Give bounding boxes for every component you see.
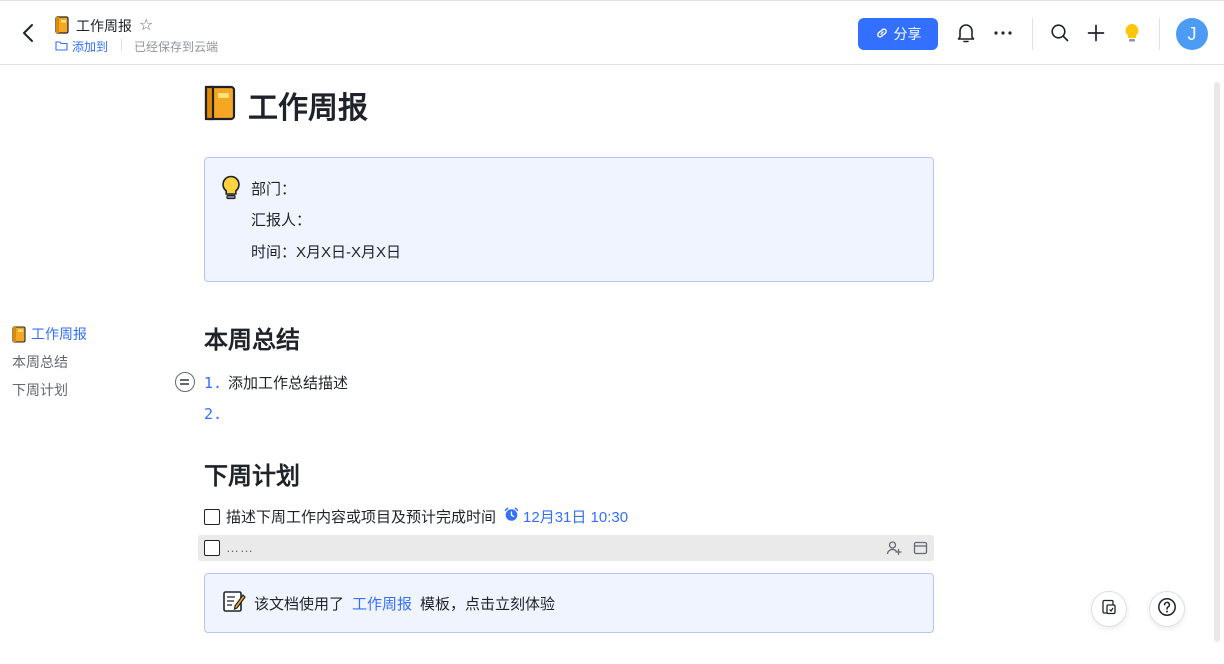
bell-icon[interactable] (955, 22, 977, 44)
todo-checkbox[interactable] (204, 508, 220, 525)
notebook-icon[interactable] (204, 85, 236, 126)
todo-checkbox[interactable] (204, 540, 220, 556)
scrollbar[interactable] (1214, 82, 1220, 642)
department-field[interactable]: 部门： (251, 178, 296, 199)
doc-title: 工作周报 (76, 18, 132, 34)
add-to-label: 添加到 (72, 40, 109, 54)
save-status: 已经保存到云端 (134, 40, 219, 54)
template-banner[interactable]: 该文档使用了 工作周报 模板，点击立刻体验 (204, 573, 934, 633)
reminder-time: 12月31日 10:30 (523, 509, 629, 526)
reminder-chip[interactable]: 12月31日 10:30 (504, 506, 628, 527)
toc-item-label: 下周计划 (12, 382, 68, 398)
avatar[interactable]: J (1176, 18, 1208, 50)
divider (1159, 18, 1160, 50)
toc-item-label: 本周总结 (12, 354, 68, 370)
memo-icon (222, 589, 246, 617)
list-handle-icon[interactable] (175, 372, 195, 392)
table-of-contents: 工作周报 本周总结 下周计划 (12, 324, 87, 408)
more-icon[interactable] (992, 22, 1014, 44)
assign-user-icon[interactable] (886, 540, 902, 561)
template-prefix: 该文档使用了 (254, 595, 345, 613)
help-icon (1157, 597, 1177, 622)
divider (121, 39, 122, 51)
template-link[interactable]: 工作周报 (352, 593, 412, 614)
todo-placeholder[interactable]: …… (226, 540, 254, 555)
folder-icon (55, 40, 68, 54)
top-bar: 工作周报 ☆ 添加到 已经保存到云端 分享 J (0, 0, 1224, 65)
share-button[interactable]: 分享 (858, 18, 938, 50)
alarm-icon (504, 507, 519, 526)
toc-item-weekly-report[interactable]: 工作周报 (12, 324, 87, 352)
list-number: 2. (204, 405, 223, 423)
star-icon[interactable]: ☆ (139, 15, 153, 35)
heading-plan[interactable]: 下周计划 (204, 456, 300, 491)
heading-summary[interactable]: 本周总结 (204, 320, 300, 355)
list-number: 1. (204, 374, 223, 392)
todo-item: 描述下周工作内容或项目及预计完成时间 12月31日 10:30 (204, 506, 628, 527)
notebook-icon (55, 16, 69, 34)
todo-item[interactable]: …… (198, 535, 934, 561)
template-button[interactable] (1091, 591, 1127, 627)
add-to-button[interactable]: 添加到 (55, 38, 108, 55)
time-field[interactable]: 时间：X月X日-X月X日 (251, 241, 401, 262)
toc-item-summary[interactable]: 本周总结 (12, 352, 87, 380)
notebook-icon (12, 324, 26, 348)
todo-text[interactable]: 描述下周工作内容或项目及预计完成时间 (226, 506, 496, 527)
lightbulb-icon[interactable] (1121, 22, 1143, 44)
template-icon (1101, 599, 1117, 620)
info-callout[interactable]: 部门： 汇报人： 时间：X月X日-X月X日 (204, 157, 934, 282)
reporter-field[interactable]: 汇报人： (251, 209, 311, 230)
list-item[interactable]: 添加工作总结描述 (228, 372, 348, 393)
plus-icon[interactable] (1085, 22, 1107, 44)
toc-item-plan[interactable]: 下周计划 (12, 380, 87, 408)
search-icon[interactable] (1049, 22, 1071, 44)
divider (1032, 18, 1033, 50)
help-button[interactable] (1149, 591, 1185, 627)
link-icon (875, 26, 889, 43)
page-title-block: 工作周报 (204, 83, 368, 127)
toc-item-label: 工作周报 (31, 326, 87, 342)
page-title[interactable]: 工作周报 (248, 83, 368, 127)
back-icon[interactable] (18, 21, 40, 45)
calendar-icon[interactable] (913, 540, 928, 560)
share-label: 分享 (893, 26, 922, 42)
template-suffix: 模板，点击立刻体验 (420, 595, 556, 613)
lightbulb-icon[interactable] (221, 175, 241, 206)
